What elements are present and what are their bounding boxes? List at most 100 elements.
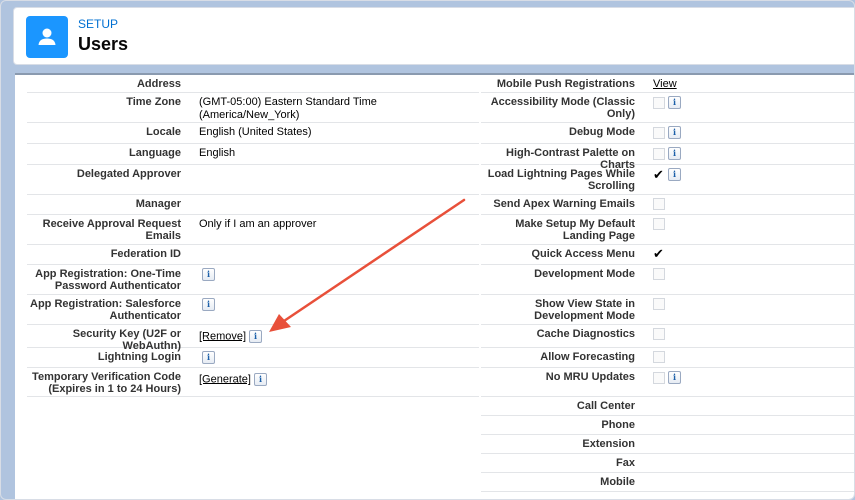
detail-row-debug-mode: Debug Mode i: [481, 123, 854, 144]
field-label: Extension: [582, 438, 635, 450]
field-label: Temporary Verification Code (Expires in …: [32, 371, 181, 395]
field-label: Mobile: [600, 476, 635, 488]
field-label: Load Lightning Pages While Scrolling: [487, 168, 635, 192]
field-label: Fax: [616, 457, 635, 469]
field-label: Call Center: [576, 400, 635, 412]
info-icon[interactable]: i: [668, 168, 681, 181]
detail-row-allow-forecasting: Allow Forecasting: [481, 348, 854, 368]
language-value: English: [199, 147, 236, 159]
checkbox-unchecked: [653, 147, 665, 160]
detail-row-no-mru: No MRU Updates i: [481, 368, 854, 397]
default-landing-value: [653, 218, 665, 231]
field-label: Allow Forecasting: [540, 351, 635, 363]
debug-mode-value: i: [653, 126, 681, 139]
remove-security-key-link[interactable]: [Remove]: [199, 330, 246, 342]
field-label: Language: [129, 147, 181, 159]
checkbox-unchecked: [653, 126, 665, 139]
checkbox-unchecked: [653, 96, 665, 109]
quick-access-value: ✔: [653, 246, 665, 262]
detail-row-apex-warning: Send Apex Warning Emails: [481, 195, 854, 215]
info-icon[interactable]: i: [668, 126, 681, 139]
detail-row-extension: Extension: [481, 435, 854, 454]
accessibility-mode-value: i: [653, 96, 681, 109]
detail-row-approval-emails: Receive Approval Request Emails Only if …: [27, 215, 479, 245]
detail-row-call-center: Call Center: [481, 397, 854, 416]
temp-verification-value: [Generate] i: [199, 373, 267, 386]
checkbox-unchecked: [653, 198, 665, 211]
field-label: App Registration: Salesforce Authenticat…: [30, 298, 181, 322]
field-label: App Registration: One-Time Password Auth…: [35, 268, 181, 292]
allow-forecasting-value: [653, 351, 665, 364]
time-zone-value: (GMT-05:00) Eastern Standard Time (Ameri…: [199, 96, 377, 121]
detail-row-load-lightning-pages: Load Lightning Pages While Scrolling ✔ i: [481, 165, 854, 195]
info-icon[interactable]: i: [668, 147, 681, 160]
detail-row-high-contrast: High-Contrast Palette on Charts i: [481, 144, 854, 171]
checkbox-unchecked: [653, 298, 665, 311]
field-label: Mobile Push Registrations: [496, 78, 635, 90]
checkbox-unchecked: [653, 328, 665, 341]
view-state-value: [653, 298, 665, 311]
field-label: Development Mode: [534, 268, 635, 280]
detail-row-delegated-approver: Delegated Approver: [27, 165, 479, 195]
app-window: SETUP Users Address Time Zone (GMT-05:00…: [0, 0, 855, 500]
detail-row-address: Address: [27, 75, 479, 93]
detail-row-salesforce-authenticator: App Registration: Salesforce Authenticat…: [27, 295, 479, 325]
detail-row-cache-diagnostics: Cache Diagnostics: [481, 325, 854, 348]
user-icon: [26, 16, 68, 58]
detail-row-accessibility-mode: Accessibility Mode (Classic Only) i: [481, 93, 854, 123]
security-key-value: [Remove] i: [199, 330, 263, 343]
field-label: Lightning Login: [97, 351, 181, 363]
approval-emails-value: Only if I am an approver: [199, 218, 317, 230]
otp-authenticator-value: i: [199, 268, 215, 281]
field-label: Receive Approval Request Emails: [42, 218, 181, 242]
page-title: Users: [78, 34, 129, 54]
detail-row-mobile: Mobile: [481, 473, 854, 492]
field-label: Address: [136, 78, 181, 90]
lightning-login-value: i: [199, 351, 215, 364]
detail-row-view-state: Show View State in Development Mode: [481, 295, 854, 325]
field-label: Locale: [146, 126, 181, 138]
info-icon[interactable]: i: [202, 268, 215, 281]
info-icon[interactable]: i: [202, 298, 215, 311]
checkmark-icon: ✔: [653, 246, 664, 262]
detail-row-federation-id: Federation ID: [27, 245, 479, 265]
user-detail-section: Address Time Zone (GMT-05:00) Eastern St…: [15, 73, 854, 499]
field-label: Cache Diagnostics: [536, 328, 635, 340]
detail-row-locale: Locale English (United States): [27, 123, 479, 144]
detail-row-time-zone: Time Zone (GMT-05:00) Eastern Standard T…: [27, 93, 479, 123]
view-link[interactable]: View: [653, 78, 677, 90]
info-icon[interactable]: i: [202, 351, 215, 364]
detail-row-phone: Phone: [481, 416, 854, 435]
detail-row-lightning-login: Lightning Login i: [27, 348, 479, 368]
field-label: Send Apex Warning Emails: [493, 198, 635, 210]
field-label: Time Zone: [126, 96, 181, 108]
info-icon[interactable]: i: [668, 96, 681, 109]
header-eyebrow: SETUP: [78, 17, 119, 31]
development-mode-value: [653, 268, 665, 281]
checkbox-unchecked: [653, 351, 665, 364]
checkbox-unchecked: [653, 218, 665, 231]
detail-row-quick-access: Quick Access Menu ✔: [481, 245, 854, 265]
locale-value: English (United States): [199, 126, 312, 138]
info-icon[interactable]: i: [253, 373, 267, 386]
detail-row-manager: Manager: [27, 195, 479, 215]
detail-row-security-key: Security Key (U2F or WebAuthn) [Remove] i: [27, 325, 479, 352]
detail-row-language: Language English: [27, 144, 479, 165]
info-icon[interactable]: i: [249, 330, 263, 343]
field-label: Phone: [601, 419, 635, 431]
cache-diagnostics-value: [653, 328, 665, 341]
field-label: Debug Mode: [569, 126, 635, 138]
detail-row-fax: Fax: [481, 454, 854, 473]
detail-row-mobile-push: Mobile Push Registrations View: [481, 75, 854, 93]
salesforce-authenticator-value: i: [199, 298, 215, 311]
field-label: Make Setup My Default Landing Page: [515, 218, 635, 242]
detail-row-default-landing: Make Setup My Default Landing Page: [481, 215, 854, 245]
info-icon[interactable]: i: [668, 371, 681, 384]
generate-code-link[interactable]: [Generate]: [199, 373, 251, 385]
no-mru-value: i: [653, 371, 681, 384]
high-contrast-value: i: [653, 147, 681, 160]
field-label: Manager: [135, 198, 181, 210]
apex-warning-value: [653, 198, 665, 211]
load-lightning-value: ✔ i: [653, 168, 681, 181]
checkmark-icon: ✔: [653, 166, 664, 182]
